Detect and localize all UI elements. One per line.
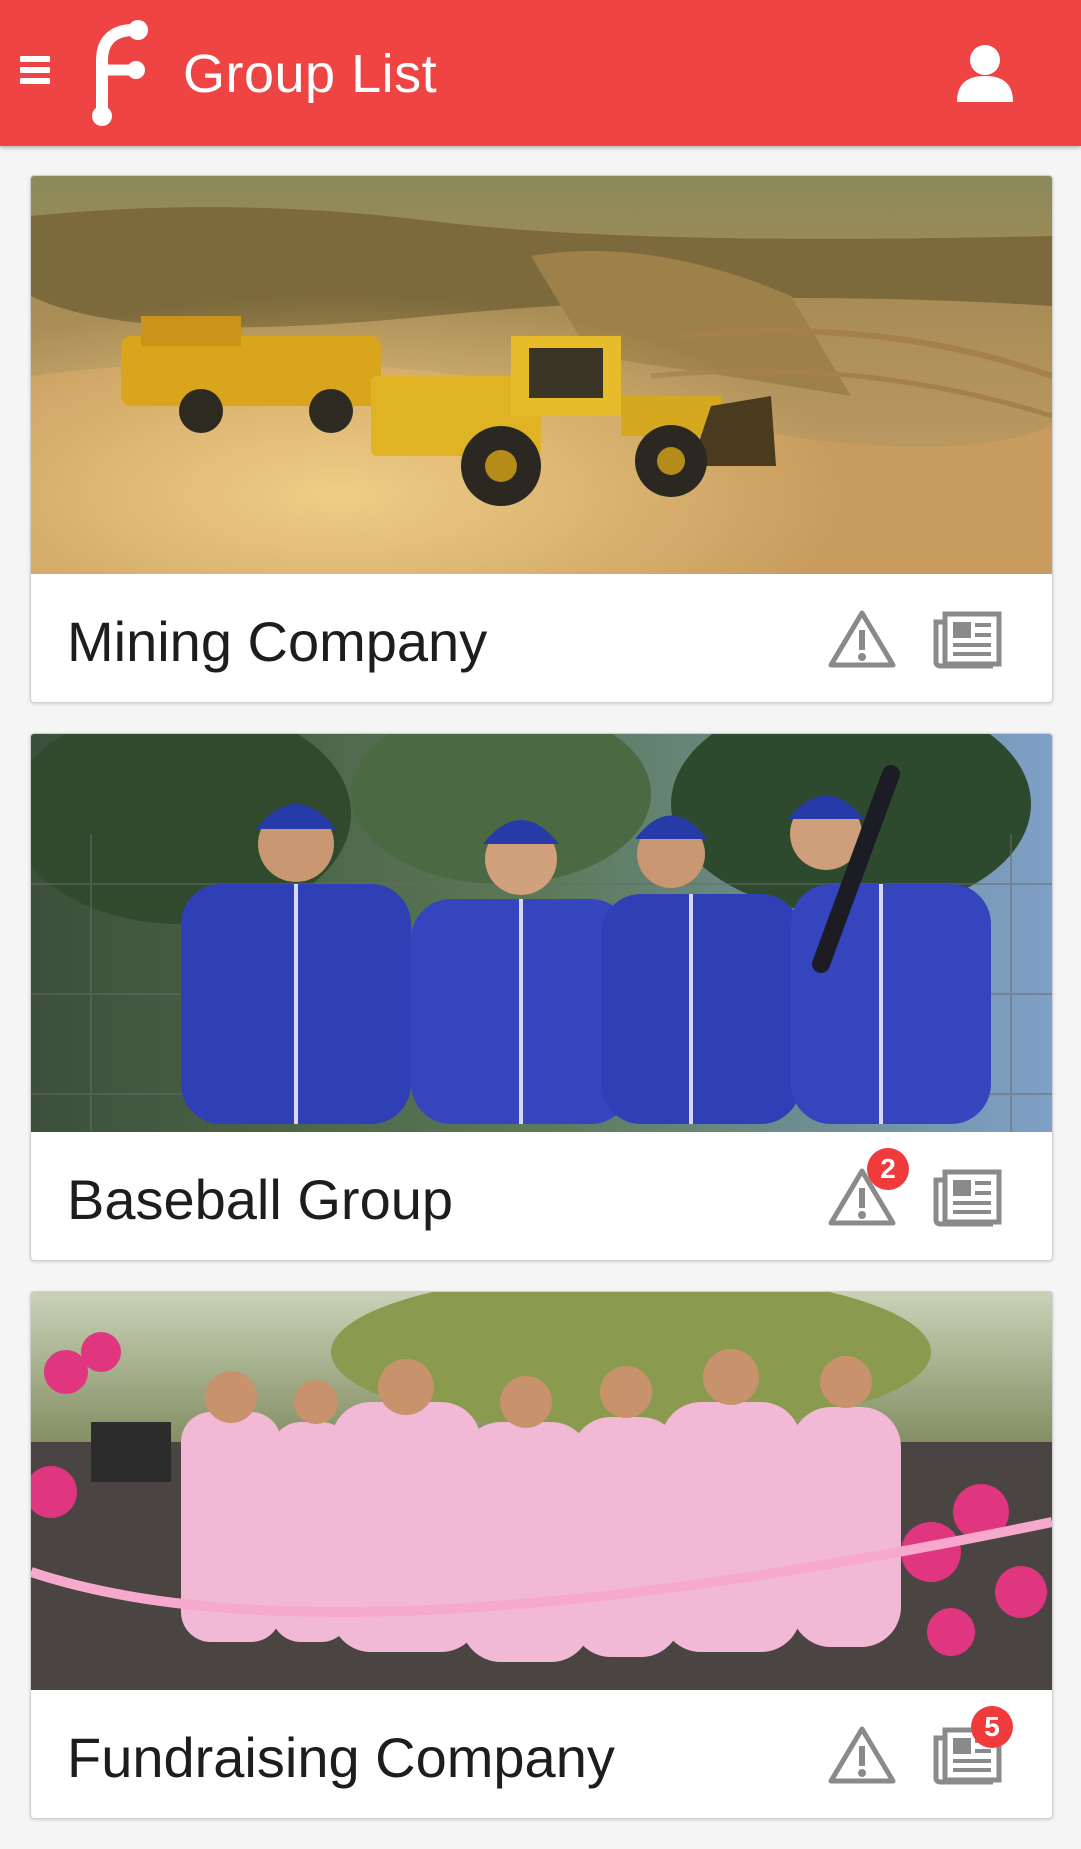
group-card-footer: Mining Company [31,574,1052,702]
warning-triangle-icon[interactable]: 2 [827,1148,909,1228]
user-profile-icon[interactable] [955,42,1015,104]
group-card[interactable]: Fundraising Company 5 [30,1291,1053,1819]
group-name[interactable]: Fundraising Company [67,1726,615,1790]
group-name[interactable]: Baseball Group [67,1168,453,1232]
group-image[interactable] [31,1292,1052,1690]
newspaper-icon[interactable]: 5 [931,1706,1013,1786]
group-image[interactable] [31,734,1052,1132]
warning-triangle-icon[interactable] [827,1724,897,1786]
group-name[interactable]: Mining Company [67,610,487,674]
group-card-footer: Fundraising Company 5 [31,1690,1052,1818]
app-bar: Group List [0,0,1081,146]
warning-triangle-icon[interactable] [827,608,897,670]
group-card-footer: Baseball Group 2 [31,1132,1052,1260]
app-logo [92,20,148,126]
group-card[interactable]: Baseball Group 2 [30,733,1053,1261]
group-card[interactable]: Mining Company [30,175,1053,703]
page-title: Group List [183,44,438,104]
news-count-badge: 5 [971,1706,1013,1748]
alert-count-badge: 2 [867,1148,909,1190]
hamburger-menu-icon[interactable] [20,56,50,88]
newspaper-icon[interactable] [931,1166,1002,1228]
newspaper-icon[interactable] [931,608,1002,670]
group-image[interactable] [31,176,1052,574]
